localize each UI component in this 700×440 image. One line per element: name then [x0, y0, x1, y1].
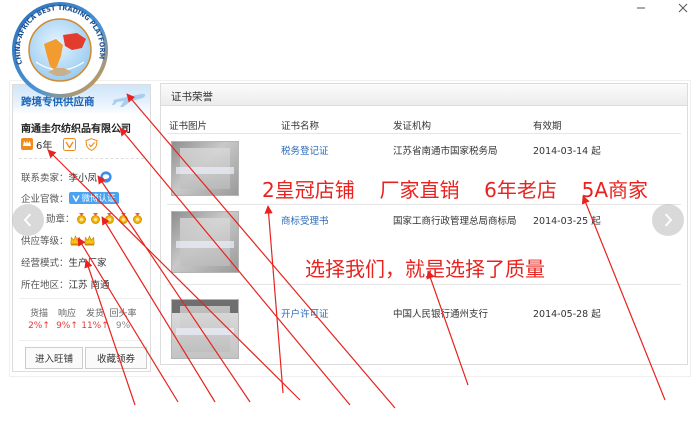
stat-item: 货描 2%↑: [25, 306, 53, 331]
certificate-valid-from: 2014-05-28 起: [533, 309, 601, 320]
chevron-right-icon: [664, 213, 673, 227]
contact-row: 联系卖家： 李小凤: [21, 170, 112, 184]
certificate-issuer: 国家工商行政管理总局商标局: [393, 216, 517, 227]
chat-button[interactable]: [100, 171, 112, 183]
stat-value: 11%↑: [81, 321, 109, 331]
column-header-validity: 有效期: [533, 121, 562, 132]
chevron-left-icon: [23, 213, 32, 227]
stat-value: 9%↑: [56, 321, 78, 331]
trust-pass-icon[interactable]: [63, 137, 77, 151]
contact-name[interactable]: 李小凤: [69, 170, 98, 184]
crown-icon: [83, 234, 95, 246]
certificate-thumbnail[interactable]: [171, 141, 239, 196]
minimize-icon: [637, 7, 645, 9]
guarantee-icon[interactable]: [85, 137, 98, 151]
stat-label: 发货: [85, 309, 104, 319]
region-value: 江苏 南通: [68, 280, 110, 291]
stat-value: 9%: [115, 321, 131, 331]
close-icon: [678, 3, 688, 13]
contact-label: 联系卖家：: [21, 173, 69, 184]
medal-icon: [90, 212, 101, 224]
certificates-header: 证书荣誉: [161, 84, 687, 106]
stat-item: 发货 11%↑: [81, 306, 109, 331]
business-mode-value: 生产厂家: [68, 258, 107, 269]
medal-icon: [118, 212, 129, 224]
company-name[interactable]: 南通圭尔纺织品有限公司: [21, 120, 131, 135]
medal-label: 勋章：: [46, 214, 75, 225]
certificate-thumbnail[interactable]: [171, 299, 239, 359]
certificate-name-link[interactable]: 税务登记证: [281, 143, 329, 157]
medal-icon: [104, 212, 115, 224]
weibo-verified-badge[interactable]: 微博认证: [68, 192, 119, 204]
certificate-name-link[interactable]: 商标受理书: [281, 213, 329, 227]
favorite-coupon-button[interactable]: 收藏领券: [85, 347, 147, 369]
business-mode-label: 经营模式：: [21, 258, 69, 269]
service-stats: 货描 2%↑ 响应 9%↑ 发货 11%↑ 回头率 9%: [25, 306, 137, 331]
certificate-thumbnail[interactable]: [171, 211, 239, 273]
certificate-issuer: 中国人民银行通州支行: [393, 309, 489, 320]
year-badge-icon: [21, 138, 33, 150]
carousel-next-button[interactable]: [652, 204, 684, 236]
close-button[interactable]: [672, 0, 694, 16]
medal-icon: [76, 212, 87, 224]
certificate-name-link[interactable]: 开户许可证: [281, 306, 329, 320]
weibo-v-icon: [71, 195, 80, 202]
years-row: 6年: [21, 137, 98, 152]
certificates-panel: 证书荣誉 证书图片 证书名称 发证机构 有效期 税务登记证 江苏省南通市国家税务…: [160, 83, 688, 365]
column-header-issuer: 发证机构: [393, 121, 432, 132]
region-row: 所在地区： 江苏 南通: [21, 277, 110, 291]
weibo-label: 企业官微：: [21, 194, 69, 205]
stat-item: 响应 9%↑: [53, 306, 81, 331]
certificates-title: 证书荣誉: [171, 91, 213, 103]
stat-label: 响应: [57, 309, 76, 319]
medal-icon: [132, 212, 143, 224]
years-value: 6年: [36, 140, 53, 152]
enter-store-button[interactable]: 进入旺铺: [25, 347, 83, 369]
airplane-icon: [112, 93, 146, 107]
row-divider: [167, 204, 681, 205]
divider: [19, 158, 144, 159]
business-mode-row: 经营模式： 生产厂家: [21, 255, 107, 269]
stat-value: 2%↑: [28, 321, 50, 331]
column-header-name: 证书名称: [281, 121, 320, 132]
divider: [19, 340, 144, 341]
stat-item: 回头率 9%: [109, 306, 137, 331]
medal-list[interactable]: [76, 212, 143, 224]
stat-label: 货描: [29, 309, 48, 319]
certificate-valid-from: 2014-03-14 起: [533, 146, 601, 157]
logo-emblem: CHINA-AFRICA BEST TRADING PLATFORM: [12, 2, 108, 98]
platform-logo: CHINA-AFRICA BEST TRADING PLATFORM: [6, 0, 114, 98]
certificate-valid-from: 2014-03-25 起: [533, 216, 601, 227]
crown-icon: [69, 234, 81, 246]
weibo-row: 企业官微： 微博认证: [21, 191, 119, 205]
stat-label: 回头率: [109, 309, 137, 319]
promo-headline: 2皇冠店铺 厂家直销 6年老店 5A商家: [262, 178, 648, 202]
weibo-badge-text: 微博认证: [81, 194, 116, 204]
minimize-button[interactable]: [630, 0, 652, 16]
carousel-prev-button[interactable]: [12, 204, 44, 236]
region-label: 所在地区：: [21, 280, 69, 291]
divider: [19, 298, 144, 299]
row-divider: [167, 284, 681, 285]
medal-row: 勋章：: [46, 211, 143, 225]
chat-icon: [100, 171, 112, 183]
promo-slogan: 选择我们，就是选择了质量: [305, 257, 545, 281]
column-header-image: 证书图片: [169, 121, 208, 132]
page: CHINA-AFRICA BEST TRADING PLATFORM 跨境专供供…: [0, 0, 700, 440]
crown-list[interactable]: [69, 234, 95, 246]
header-divider: [167, 133, 681, 134]
certificate-issuer: 江苏省南通市国家税务局: [393, 146, 498, 157]
